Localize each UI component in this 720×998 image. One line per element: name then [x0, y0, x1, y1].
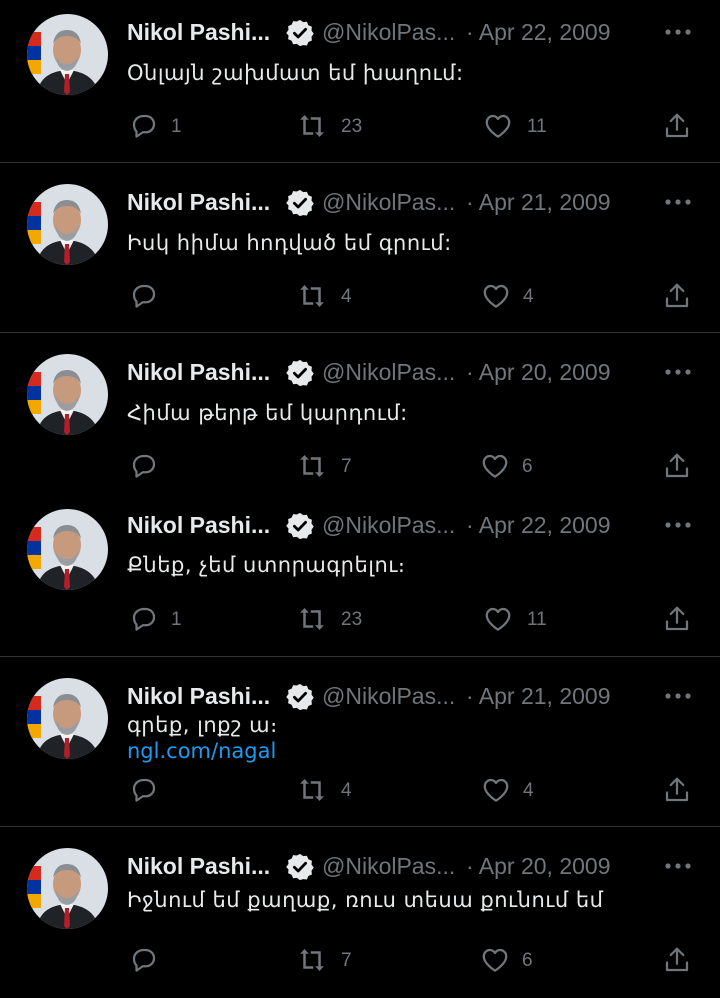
tweet[interactable]: Nikol Pashi... @NikolPas... · Apr 21, 20…: [0, 163, 720, 332]
more-options-icon[interactable]: [664, 27, 692, 37]
reply-count: 1: [171, 116, 182, 137]
retweet-icon[interactable]: [297, 111, 327, 141]
like-icon[interactable]: [483, 604, 513, 634]
retweet-count: 7: [341, 456, 352, 477]
author-handle[interactable]: @NikolPas...: [322, 853, 455, 879]
author-name[interactable]: Nikol Pashi...: [127, 189, 270, 215]
avatar[interactable]: [27, 509, 108, 590]
retweet-count: 23: [341, 609, 363, 630]
reply-icon[interactable]: [129, 281, 159, 311]
retweet-count: 4: [341, 780, 352, 801]
tweet-date[interactable]: · Apr 20, 2009: [466, 359, 611, 385]
like-icon[interactable]: [481, 281, 511, 311]
retweet-count: 7: [341, 950, 352, 971]
reply-icon[interactable]: [129, 775, 159, 805]
reply-count: 1: [171, 609, 182, 630]
tweet[interactable]: Nikol Pashi... @NikolPas... · Apr 22, 20…: [0, 488, 720, 656]
tweet-link[interactable]: ngl.com/nagal: [127, 738, 276, 764]
verified-badge-icon: [286, 359, 314, 387]
tweet[interactable]: Nikol Pashi... @NikolPas... · Apr 20, 20…: [0, 333, 720, 488]
like-count: 11: [527, 116, 547, 137]
retweet-icon[interactable]: [297, 775, 327, 805]
like-icon[interactable]: [480, 451, 510, 481]
like-count: 4: [523, 286, 534, 307]
author-handle[interactable]: @NikolPas...: [322, 19, 455, 45]
author-name[interactable]: Nikol Pashi...: [127, 683, 270, 709]
tweet-text: Հիմա թերթ եմ կարդում:: [127, 401, 408, 425]
avatar[interactable]: [27, 184, 108, 265]
more-options-icon[interactable]: [664, 691, 692, 701]
retweet-icon[interactable]: [297, 281, 327, 311]
share-icon[interactable]: [662, 111, 692, 141]
retweet-count: 4: [341, 286, 352, 307]
retweet-icon[interactable]: [297, 451, 327, 481]
retweet-count: 23: [341, 116, 363, 137]
author-handle[interactable]: @NikolPas...: [322, 189, 455, 215]
tweet-date[interactable]: · Apr 20, 2009: [466, 853, 611, 879]
verified-badge-icon: [286, 19, 314, 47]
verified-badge-icon: [286, 853, 314, 881]
like-icon[interactable]: [483, 111, 513, 141]
share-icon[interactable]: [662, 945, 692, 975]
avatar[interactable]: [27, 354, 108, 435]
tweet-date[interactable]: · Apr 22, 2009: [466, 512, 611, 538]
reply-icon[interactable]: [129, 604, 159, 634]
like-icon[interactable]: [480, 945, 510, 975]
share-icon[interactable]: [662, 775, 692, 805]
retweet-icon[interactable]: [297, 604, 327, 634]
avatar[interactable]: [27, 678, 108, 759]
more-options-icon[interactable]: [664, 520, 692, 530]
tweet-feed: Nikol Pashi... @NikolPas... · Apr 22, 20…: [0, 0, 720, 998]
avatar[interactable]: [27, 848, 108, 929]
share-icon[interactable]: [662, 281, 692, 311]
reply-icon[interactable]: [129, 451, 159, 481]
reply-icon[interactable]: [129, 945, 159, 975]
tweet[interactable]: Nikol Pashi... @NikolPas... · Apr 22, 20…: [0, 0, 720, 162]
share-icon[interactable]: [662, 451, 692, 481]
tweet-text: Իսկ հիմա հոդված եմ գրում:: [127, 231, 452, 255]
tweet-text: Իջնում եմ քաղաք, ռուս տեսա քունում եմ: [127, 888, 604, 912]
tweet-date[interactable]: · Apr 21, 2009: [466, 683, 611, 709]
tweet[interactable]: Nikol Pashi... @NikolPas... · Apr 20, 20…: [0, 827, 720, 998]
author-handle[interactable]: @NikolPas...: [322, 512, 455, 538]
author-name[interactable]: Nikol Pashi...: [127, 19, 270, 45]
tweet-date[interactable]: · Apr 21, 2009: [466, 189, 611, 215]
verified-badge-icon: [286, 512, 314, 540]
more-options-icon[interactable]: [664, 197, 692, 207]
retweet-icon[interactable]: [297, 945, 327, 975]
tweet-date[interactable]: · Apr 22, 2009: [466, 19, 611, 45]
tweet-text: գրեք, լոքշ ա։: [127, 713, 278, 737]
tweet-text: Քնեք, չեմ ստորագրելու։: [127, 553, 406, 577]
reply-icon[interactable]: [129, 111, 159, 141]
tweet-text: Օնլայն շախմատ եմ խաղում:: [127, 61, 464, 85]
author-handle[interactable]: @NikolPas...: [322, 359, 455, 385]
more-options-icon[interactable]: [664, 861, 692, 871]
author-name[interactable]: Nikol Pashi...: [127, 512, 270, 538]
share-icon[interactable]: [662, 604, 692, 634]
author-name[interactable]: Nikol Pashi...: [127, 853, 270, 879]
like-count: 4: [523, 780, 534, 801]
like-count: 6: [522, 950, 533, 971]
author-name[interactable]: Nikol Pashi...: [127, 359, 270, 385]
tweet[interactable]: Nikol Pashi... @NikolPas... · Apr 21, 20…: [0, 657, 720, 826]
more-options-icon[interactable]: [664, 367, 692, 377]
like-count: 6: [522, 456, 533, 477]
avatar[interactable]: [27, 14, 108, 95]
verified-badge-icon: [286, 189, 314, 217]
verified-badge-icon: [286, 683, 314, 711]
author-handle[interactable]: @NikolPas...: [322, 683, 455, 709]
like-count: 11: [527, 609, 547, 630]
like-icon[interactable]: [481, 775, 511, 805]
